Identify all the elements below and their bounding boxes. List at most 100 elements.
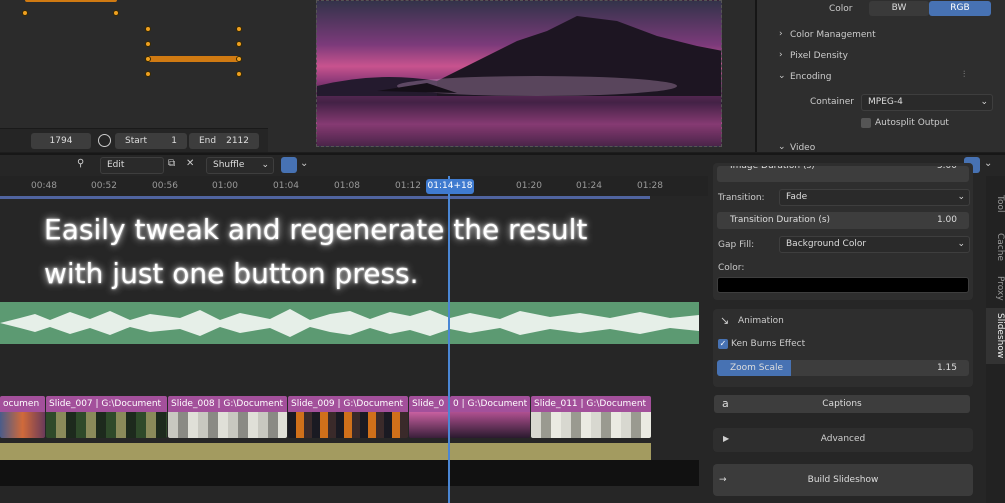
strip-label: Slide_0 <box>409 396 449 412</box>
shuffle-dropdown[interactable]: Shuffle ⌄ <box>206 157 274 174</box>
strip-label: 0 | G:\Document <box>450 396 530 412</box>
image-strip[interactable]: Slide_0 <box>409 396 449 438</box>
adjustment-strip[interactable] <box>0 443 651 460</box>
keyframe[interactable] <box>236 71 242 77</box>
image-strip[interactable]: Slide_011 | G:\Document <box>531 396 651 438</box>
keyframe[interactable] <box>22 10 28 16</box>
render-properties: Color BW RGB › Color Management › Pixel … <box>755 0 1005 153</box>
close-icon[interactable]: ✕ <box>186 158 194 169</box>
container-label: Container <box>810 97 854 107</box>
tab-slideshow[interactable]: Slideshow <box>986 308 1005 364</box>
chevron-down-icon[interactable]: ⌄ <box>984 158 992 169</box>
video-header[interactable]: Video <box>790 143 815 153</box>
chevron-right-icon: › <box>779 50 783 60</box>
keyframe-bar[interactable] <box>148 56 240 62</box>
ken-burns-label: Ken Burns Effect <box>731 339 806 349</box>
mode-icon[interactable]: ⚲ <box>77 158 84 169</box>
image-strip[interactable]: Slide_007 | G:\Document <box>46 396 167 438</box>
container-dropdown[interactable]: MPEG-4 ⌄ <box>861 94 993 111</box>
sequencer-preview[interactable] <box>316 0 722 147</box>
time-tick: 00:52 <box>91 181 117 191</box>
image-strip[interactable]: ocumen <box>0 396 45 438</box>
pixel-density-header[interactable]: Pixel Density <box>790 51 848 61</box>
chevron-right-icon: › <box>779 29 783 39</box>
transition-duration-field[interactable]: Transition Duration (s) 1.00 <box>717 212 969 229</box>
tab-cache[interactable]: Cache <box>986 226 1005 268</box>
mode-dropdown[interactable]: Edit <box>100 157 164 174</box>
keyframe[interactable] <box>236 26 242 32</box>
promo-caption: Easily tweak and regenerate the result w… <box>44 208 684 296</box>
strip-label: Slide_007 | G:\Document <box>46 396 167 412</box>
transition-duration-value: 1.00 <box>936 215 957 225</box>
color-bw-button[interactable]: BW <box>869 1 929 16</box>
overlay-toggle-icon[interactable] <box>281 157 297 173</box>
playhead[interactable] <box>448 176 450 503</box>
background-color-swatch[interactable] <box>717 277 969 293</box>
image-duration-value: 5.00 <box>936 166 957 171</box>
keyframe[interactable] <box>145 26 151 32</box>
playhead-time-label[interactable]: 01:14+18 <box>426 179 474 194</box>
encoding-header[interactable]: Encoding <box>790 72 831 82</box>
zoom-scale-label: Zoom Scale <box>730 363 784 373</box>
mode-value: Edit <box>107 160 125 170</box>
image-strip[interactable]: 0 | G:\Document <box>450 396 530 438</box>
animation-icon: ↘ <box>720 314 730 327</box>
end-label: End <box>199 136 217 146</box>
time-ruler[interactable]: 00:48 00:52 00:56 01:00 01:04 01:08 01:1… <box>0 176 708 196</box>
chevron-down-icon: ⌄ <box>957 239 965 249</box>
tab-proxy[interactable]: Proxy <box>986 268 1005 308</box>
start-label: Start <box>125 136 147 146</box>
time-tick: 01:04 <box>273 181 299 191</box>
sidebar-tabs: Tool Cache Proxy Slideshow <box>986 176 1005 503</box>
presets-icon[interactable]: ⫶ <box>963 70 965 80</box>
gap-fill-label: Gap Fill: <box>718 240 755 250</box>
gap-fill-value: Background Color <box>786 239 867 249</box>
transition-duration-label: Transition Duration (s) <box>730 215 831 225</box>
start-value: 1 <box>171 136 177 146</box>
end-frame-field[interactable]: End 2112 <box>189 133 259 149</box>
keyframe[interactable] <box>236 41 242 47</box>
zoom-scale-value: 1.15 <box>936 363 957 373</box>
keyframe[interactable] <box>113 10 119 16</box>
color-rgb-button[interactable]: RGB <box>929 1 991 16</box>
shuffle-value: Shuffle <box>213 160 245 170</box>
container-value: MPEG-4 <box>868 97 903 107</box>
image-duration-label: Image Duration (s) <box>730 166 815 171</box>
time-tick: 00:56 <box>152 181 178 191</box>
strip-thumbnail <box>531 412 651 438</box>
advanced-panel[interactable]: ▶ Advanced <box>713 428 973 452</box>
chevron-down-icon[interactable]: ⌄ <box>300 158 308 169</box>
time-tick: 01:20 <box>516 181 542 191</box>
advanced-header: Advanced <box>820 434 866 444</box>
keyframe[interactable] <box>145 56 151 62</box>
animation-header[interactable]: Animation <box>738 316 784 326</box>
color-management-header[interactable]: Color Management <box>790 30 876 40</box>
frame-range-bar: 1794 Start 1 End 2112 <box>0 128 268 152</box>
copy-icon[interactable]: ⧉ <box>168 158 175 169</box>
audio-strip[interactable] <box>0 302 699 344</box>
image-duration-field[interactable]: Image Duration (s) 5.00 <box>717 166 969 182</box>
zoom-scale-slider[interactable]: Zoom Scale 1.15 <box>717 360 969 376</box>
keyframe[interactable] <box>145 71 151 77</box>
transition-dropdown[interactable]: Fade ⌄ <box>779 189 970 206</box>
keyframe-bar[interactable] <box>25 0 117 2</box>
image-strip[interactable]: Slide_009 | G:\Document <box>288 396 408 438</box>
start-frame-field[interactable]: Start 1 <box>115 133 187 149</box>
preview-image <box>317 16 721 146</box>
strip-thumbnail <box>168 412 287 438</box>
strip-label: Slide_009 | G:\Document <box>288 396 408 412</box>
image-strip[interactable]: Slide_008 | G:\Document <box>168 396 287 438</box>
stopwatch-icon[interactable] <box>98 134 111 147</box>
current-frame-field[interactable]: 1794 <box>31 133 91 149</box>
build-slideshow-button[interactable]: → Build Slideshow <box>713 464 973 496</box>
captions-button[interactable]: a Captions <box>714 395 970 413</box>
tab-tool[interactable]: Tool <box>986 184 1005 224</box>
autosplit-checkbox[interactable] <box>861 118 871 128</box>
ken-burns-checkbox[interactable]: ✓ <box>718 339 728 349</box>
keyframe[interactable] <box>145 41 151 47</box>
time-tick: 00:48 <box>31 181 57 191</box>
range-bar <box>0 196 650 199</box>
gap-fill-dropdown[interactable]: Background Color ⌄ <box>779 236 970 253</box>
time-tick: 01:12 <box>395 181 421 191</box>
keyframe[interactable] <box>236 56 242 62</box>
